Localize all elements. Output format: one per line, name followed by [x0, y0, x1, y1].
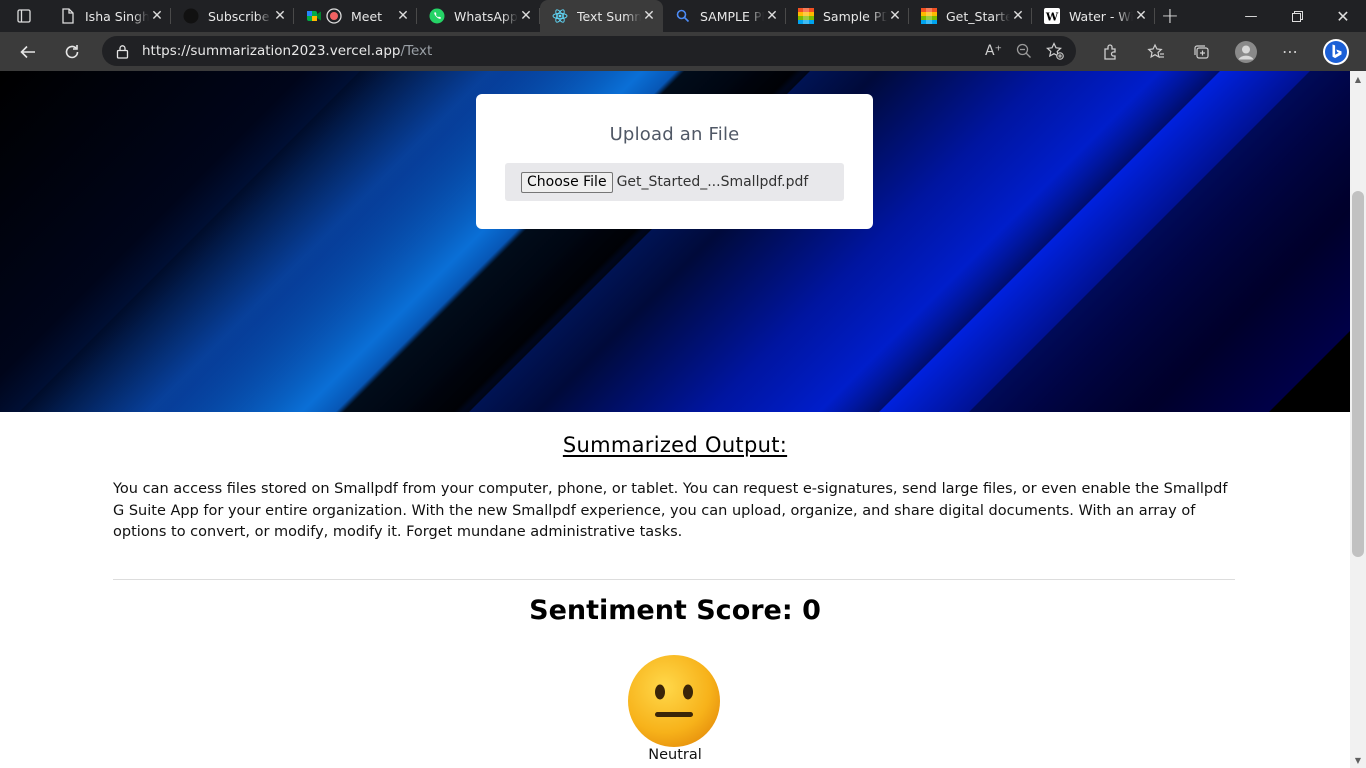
- url-path: /Text: [400, 43, 433, 59]
- browser-tab[interactable]: Sample PD ✕: [786, 0, 909, 32]
- tab-actions-button[interactable]: [0, 0, 48, 32]
- browser-tab[interactable]: Meet ✕: [294, 0, 417, 32]
- close-tab-icon[interactable]: ✕: [1133, 8, 1149, 24]
- browser-tab[interactable]: Subscribe - ✕: [171, 0, 294, 32]
- close-tab-icon[interactable]: ✕: [641, 8, 657, 24]
- refresh-button[interactable]: [50, 32, 94, 71]
- restore-icon: [1291, 10, 1303, 22]
- tab-title: SAMPLE PD: [700, 8, 764, 24]
- tab-list: Isha Singh ✕ Subscribe - ✕ Meet ✕ WhatsApp ✕ Te…: [48, 0, 1155, 32]
- upload-title: Upload an File: [609, 124, 740, 145]
- close-tab-icon[interactable]: ✕: [395, 8, 411, 24]
- scrollbar-thumb[interactable]: [1352, 191, 1364, 557]
- react-icon: [552, 8, 568, 24]
- hero-banner: Upload an File Choose File Get_Started_.…: [0, 71, 1350, 412]
- restore-button[interactable]: [1274, 0, 1320, 32]
- scroll-up-arrow-icon[interactable]: ▲: [1350, 71, 1366, 87]
- new-tab-button[interactable]: +: [1155, 0, 1185, 32]
- close-tab-icon[interactable]: ✕: [518, 8, 534, 24]
- tab-strip: Isha Singh ✕ Subscribe - ✕ Meet ✕ WhatsApp ✕ Te…: [0, 0, 1366, 32]
- search-icon: [675, 8, 691, 24]
- tab-title: Isha Singh: [85, 8, 149, 24]
- address-bar[interactable]: https://summarization2023.vercel.app/Tex…: [102, 36, 1076, 66]
- favorites-icon[interactable]: [1133, 32, 1178, 71]
- browser-tab[interactable]: Text Summ ✕: [540, 0, 663, 32]
- lock-icon[interactable]: [102, 44, 142, 59]
- browser-tab[interactable]: Get_Starte ✕: [909, 0, 1032, 32]
- tab-title: Get_Starte: [946, 8, 1010, 24]
- file-input[interactable]: Choose File Get_Started_...Smallpdf.pdf: [505, 163, 844, 201]
- minimize-icon: —: [1244, 8, 1258, 24]
- wikipedia-icon: W: [1044, 8, 1060, 24]
- choose-file-button[interactable]: Choose File: [521, 171, 613, 193]
- more-options-icon[interactable]: ⋯: [1268, 32, 1313, 71]
- browser-tab[interactable]: W Water - Wi ✕: [1032, 0, 1155, 32]
- microsoft-icon: [921, 8, 937, 24]
- scroll-down-arrow-icon[interactable]: ▼: [1350, 752, 1366, 768]
- browser-tab[interactable]: Isha Singh ✕: [48, 0, 171, 32]
- summary-heading: Summarized Output:: [562, 433, 788, 457]
- close-tab-icon[interactable]: ✕: [887, 8, 903, 24]
- url-text[interactable]: https://summarization2023.vercel.app/Tex…: [142, 43, 432, 59]
- close-tab-icon[interactable]: ✕: [764, 8, 780, 24]
- page-content: Upload an File Choose File Get_Started_.…: [0, 71, 1350, 768]
- window-controls: — ✕: [1228, 0, 1366, 32]
- profile-avatar[interactable]: [1223, 32, 1268, 71]
- read-aloud-icon[interactable]: A⁺: [985, 42, 1002, 60]
- neutral-face-icon: [628, 655, 720, 747]
- tab-title: Meet: [351, 8, 383, 24]
- page-scrollbar[interactable]: ▲ ▼: [1350, 71, 1366, 768]
- whatsapp-icon: [429, 8, 445, 24]
- tab-title: WhatsApp: [454, 8, 518, 24]
- zoom-out-icon[interactable]: [1016, 42, 1032, 60]
- summary-text: You can access files stored on Smallpdf …: [113, 481, 1228, 540]
- add-favorite-icon[interactable]: [1046, 42, 1064, 60]
- close-tab-icon[interactable]: ✕: [149, 8, 165, 24]
- selected-file-name: Get_Started_...Smallpdf.pdf: [616, 174, 809, 190]
- browser-tab[interactable]: WhatsApp ✕: [417, 0, 540, 32]
- collections-icon[interactable]: [1178, 32, 1223, 71]
- close-tab-icon[interactable]: ✕: [1010, 8, 1026, 24]
- tab-title: Subscribe -: [208, 8, 272, 24]
- microsoft-icon: [798, 8, 814, 24]
- close-tab-icon[interactable]: ✕: [272, 8, 288, 24]
- tab-title: Sample PD: [823, 8, 887, 24]
- sentiment-label: Neutral: [648, 747, 702, 763]
- refresh-icon: [65, 44, 79, 58]
- tab-actions-icon: [17, 9, 31, 23]
- close-icon: ✕: [1336, 6, 1350, 26]
- plus-icon: +: [1160, 3, 1180, 29]
- url-host: https://summarization2023.vercel.app: [142, 43, 401, 59]
- document-icon: [60, 8, 76, 24]
- upload-card: Upload an File Choose File Get_Started_.…: [476, 94, 873, 229]
- bing-copilot-icon[interactable]: [1313, 32, 1358, 71]
- browser-toolbar: https://summarization2023.vercel.app/Tex…: [0, 32, 1366, 71]
- tab-title: Text Summ: [577, 8, 641, 24]
- svg-text:W: W: [1045, 11, 1059, 24]
- minimize-button[interactable]: —: [1228, 0, 1274, 32]
- browser-tab[interactable]: SAMPLE PD ✕: [663, 0, 786, 32]
- close-window-button[interactable]: ✕: [1320, 0, 1366, 32]
- tab-title: Water - Wi: [1069, 8, 1133, 24]
- sentiment-score: Sentiment Score: 0: [529, 595, 821, 626]
- extensions-icon[interactable]: [1088, 32, 1133, 71]
- meet-icon: [306, 8, 342, 24]
- github-icon: [183, 8, 199, 24]
- divider: [113, 579, 1235, 580]
- back-button[interactable]: [6, 32, 50, 71]
- back-arrow-icon: [20, 45, 35, 58]
